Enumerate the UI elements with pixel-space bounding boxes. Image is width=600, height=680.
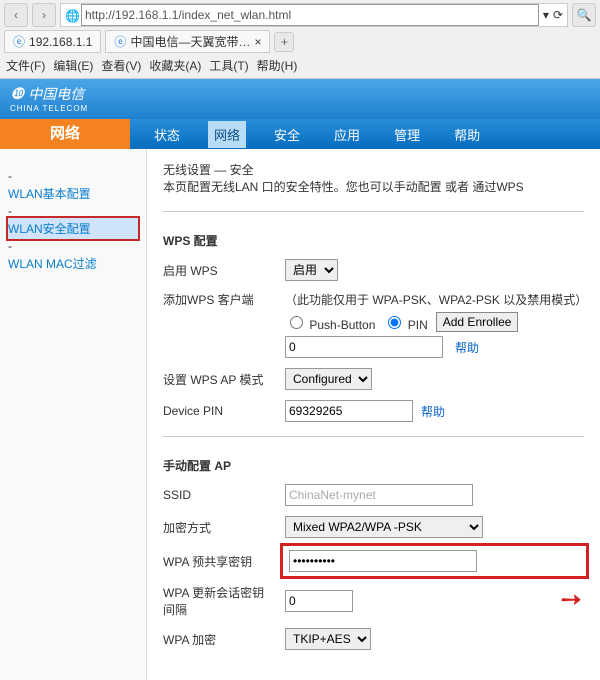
- menu-tools[interactable]: 工具(T): [209, 57, 248, 74]
- section-head: 网络: [0, 119, 130, 149]
- radio-pin[interactable]: PIN: [383, 313, 427, 332]
- nav-network[interactable]: 网络: [208, 121, 246, 148]
- label-ssid: SSID: [163, 488, 273, 502]
- add-enrollee-button[interactable]: Add Enrollee: [436, 312, 519, 332]
- rekey-input[interactable]: [285, 590, 353, 612]
- label-enable-wps: 启用 WPS: [163, 262, 273, 279]
- nav-status[interactable]: 状态: [148, 121, 186, 148]
- browser-tab[interactable]: ⓔ 中国电信—天翼宽带… ×: [105, 30, 270, 53]
- label-rekey: WPA 更新会话密钥间隔: [163, 584, 273, 618]
- select-ap-mode[interactable]: Configured: [285, 368, 372, 390]
- help-link[interactable]: 帮助: [455, 339, 479, 356]
- browser-tab[interactable]: ⓔ 192.168.1.1: [4, 30, 101, 53]
- section-wps: WPS 配置: [163, 232, 584, 249]
- search-button[interactable]: 🔍: [572, 3, 596, 27]
- chevron-right-icon: ›: [42, 8, 46, 22]
- nav-security[interactable]: 安全: [268, 121, 306, 148]
- label-device-pin: Device PIN: [163, 404, 273, 418]
- tab-label: 中国电信—天翼宽带…: [130, 33, 250, 50]
- address-bar[interactable]: 🌐 ▾ ⟳: [60, 3, 568, 27]
- ie-icon: ⓔ: [114, 33, 126, 50]
- globe-icon: 🌐: [65, 9, 77, 21]
- sidebar-item-wlan-mac[interactable]: WLAN MAC过滤: [8, 253, 138, 274]
- tab-label: 192.168.1.1: [29, 35, 92, 49]
- sidebar-item-wlan-security[interactable]: WLAN安全配置: [8, 218, 138, 239]
- close-icon[interactable]: ×: [254, 35, 261, 49]
- select-encryption[interactable]: Mixed WPA2/WPA -PSK: [285, 516, 483, 538]
- menu-file[interactable]: 文件(F): [6, 57, 45, 74]
- banner: ❿ 中国电信 CHINA TELECOM: [0, 79, 600, 119]
- ie-icon: ⓔ: [13, 33, 25, 50]
- page-title: 无线设置 — 安全: [163, 161, 584, 178]
- nav-manage[interactable]: 管理: [388, 121, 426, 148]
- hint-add-client: （此功能仅用于 WPA-PSK、WPA2-PSK 以及禁用模式）: [285, 291, 584, 308]
- chevron-left-icon: ‹: [14, 8, 18, 22]
- device-pin-input[interactable]: [285, 400, 413, 422]
- url-input[interactable]: [81, 4, 539, 26]
- back-button[interactable]: ‹: [4, 3, 28, 27]
- menu-favorites[interactable]: 收藏夹(A): [149, 57, 201, 74]
- browser-chrome: ‹ › 🌐 ▾ ⟳ 🔍 ⓔ 192.168.1.1 ⓔ 中国电信—天翼宽带… ×…: [0, 0, 600, 79]
- page-desc: 本页配置无线LAN 口的安全特性。您也可以手动配置 或者 通过WPS: [163, 178, 584, 195]
- menu-bar: 文件(F) 编辑(E) 查看(V) 收藏夹(A) 工具(T) 帮助(H): [0, 55, 600, 78]
- new-tab-button[interactable]: +: [274, 32, 294, 52]
- help-link[interactable]: 帮助: [421, 403, 445, 420]
- sidebar: - WLAN基本配置 - WLAN安全配置 - WLAN MAC过滤: [0, 149, 147, 680]
- label-ap-mode: 设置 WPS AP 模式: [163, 371, 273, 388]
- select-enable-wps[interactable]: 启用: [285, 259, 338, 281]
- label-wpa-enc: WPA 加密: [163, 631, 273, 648]
- refresh-icon[interactable]: ⟳: [553, 8, 563, 22]
- dropdown-icon[interactable]: ▾: [543, 8, 549, 22]
- radio-push-button[interactable]: Push-Button: [285, 313, 375, 332]
- label-psk: WPA 预共享密钥: [163, 553, 273, 570]
- label-encryption: 加密方式: [163, 519, 273, 536]
- label-add-client: 添加WPS 客户端: [163, 291, 273, 308]
- sidebar-item-wlan-basic[interactable]: WLAN基本配置: [8, 183, 138, 204]
- forward-button[interactable]: ›: [32, 3, 56, 27]
- nav-app[interactable]: 应用: [328, 121, 366, 148]
- pin-input[interactable]: [285, 336, 443, 358]
- ssid-input[interactable]: [285, 484, 473, 506]
- nav-help[interactable]: 帮助: [448, 121, 486, 148]
- section-manual: 手动配置 AP: [163, 457, 584, 474]
- menu-edit[interactable]: 编辑(E): [53, 57, 93, 74]
- select-wpa-enc[interactable]: TKIP+AES: [285, 628, 371, 650]
- psk-input[interactable]: [289, 550, 477, 572]
- content: 无线设置 — 安全 本页配置无线LAN 口的安全特性。您也可以手动配置 或者 通…: [147, 149, 600, 680]
- logo: ❿ 中国电信 CHINA TELECOM: [10, 84, 88, 113]
- search-icon: 🔍: [577, 8, 592, 22]
- menu-view[interactable]: 查看(V): [101, 57, 141, 74]
- menu-help[interactable]: 帮助(H): [257, 57, 298, 74]
- main-nav: 状态 网络 安全 应用 管理 帮助: [130, 119, 600, 149]
